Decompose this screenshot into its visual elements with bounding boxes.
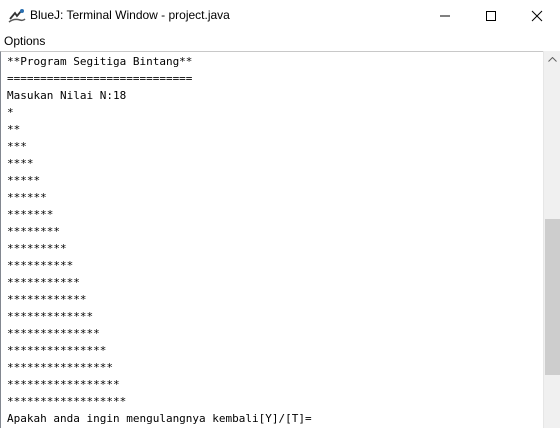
terminal-line: *************** — [7, 344, 107, 357]
chevron-up-icon — [548, 57, 557, 62]
terminal-line: *** — [7, 140, 27, 153]
terminal-line: ************ — [7, 293, 87, 306]
close-button[interactable] — [514, 0, 560, 31]
scroll-down-button[interactable] — [544, 411, 560, 428]
terminal-line: ****** — [7, 191, 47, 204]
window-title: BlueJ: Terminal Window - project.java — [30, 8, 230, 22]
terminal-line: **** — [7, 157, 34, 170]
terminal-line: ************** — [7, 327, 100, 340]
close-icon — [531, 10, 543, 22]
terminal-line: ******** — [7, 225, 60, 238]
terminal-prompt-line: Apakah anda ingin mengulangnya kembali[Y… — [7, 412, 312, 425]
terminal-line: * — [7, 106, 14, 119]
terminal-line: ============================ — [7, 72, 193, 85]
menu-bar: Options — [0, 31, 560, 51]
minimize-button[interactable] — [422, 0, 468, 31]
terminal-output[interactable]: **Program Segitiga Bintang** ===========… — [0, 51, 543, 428]
terminal-line: ********** — [7, 259, 74, 272]
scroll-thumb[interactable] — [545, 219, 560, 375]
terminal-line: *********** — [7, 276, 80, 289]
terminal-line: **************** — [7, 361, 113, 374]
terminal-line: ***** — [7, 174, 41, 187]
terminal-line: **Program Segitiga Bintang** — [7, 55, 193, 68]
terminal-line: ********* — [7, 242, 67, 255]
terminal-line: ******* — [7, 208, 54, 221]
title-bar: BlueJ: Terminal Window - project.java — [0, 0, 560, 31]
terminal-line: ************* — [7, 310, 94, 323]
scroll-up-button[interactable] — [544, 51, 560, 68]
menu-options[interactable]: Options — [4, 34, 45, 48]
maximize-button[interactable] — [468, 0, 514, 31]
bluej-icon — [8, 7, 26, 25]
terminal-line: ** — [7, 123, 21, 136]
minimize-icon — [440, 15, 450, 17]
vertical-scrollbar[interactable] — [543, 51, 560, 428]
terminal-line: ****************** — [7, 395, 127, 408]
terminal-line: Masukan Nilai N:18 — [7, 89, 127, 102]
terminal-line: ***************** — [7, 378, 120, 391]
maximize-icon — [486, 11, 496, 21]
